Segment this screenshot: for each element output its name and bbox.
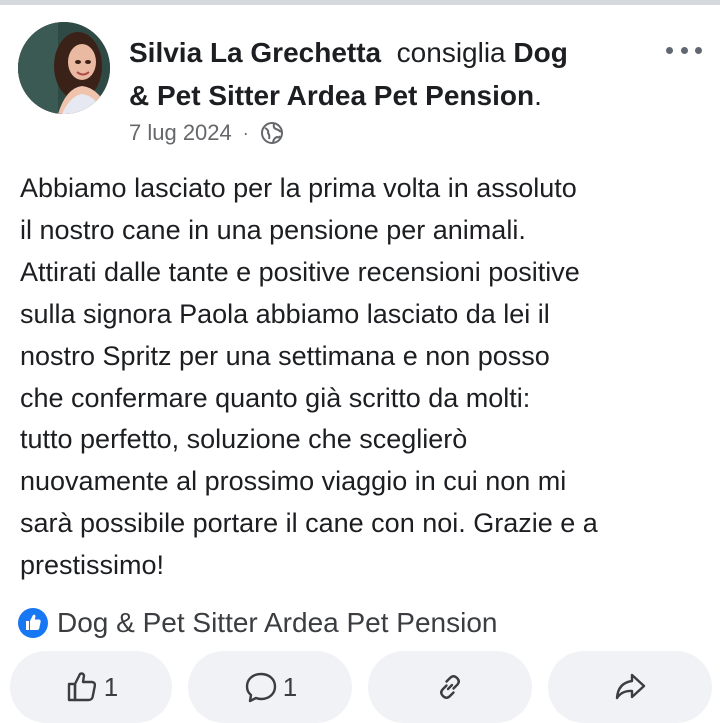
more-options-icon[interactable] bbox=[666, 38, 702, 62]
share-button[interactable] bbox=[548, 651, 712, 723]
top-divider bbox=[0, 0, 720, 5]
recommended-page-name: Dog & Pet Sitter Ardea Pet Pension bbox=[57, 607, 498, 638]
like-count: 1 bbox=[103, 671, 119, 702]
recommended-page-link[interactable]: Dog & Pet Sitter Ardea Pet Pension bbox=[17, 604, 497, 642]
page-name-part-2[interactable]: & Pet Sitter Ardea Pet Pension bbox=[129, 80, 534, 111]
comment-icon bbox=[245, 672, 276, 703]
post-body-line: sulla signora Paola abbiamo lasciato da … bbox=[20, 298, 550, 329]
post-header-line-1: Silvia La Grechetta consiglia Dog bbox=[129, 35, 568, 71]
post-meta: 7 lug 2024 · bbox=[129, 118, 284, 148]
page-name-part-1[interactable]: Dog bbox=[513, 37, 567, 68]
thumbs-up-icon bbox=[67, 672, 96, 702]
post-body-line: nostro Spritz per una settimana e non po… bbox=[20, 340, 550, 371]
like-button[interactable]: 1 bbox=[10, 651, 172, 723]
comment-count: 1 bbox=[282, 671, 298, 702]
post-body-line: Abbiamo lasciato per la prima volta in a… bbox=[20, 173, 577, 203]
comment-button[interactable]: 1 bbox=[188, 651, 352, 723]
meta-separator: · bbox=[242, 122, 249, 143]
thumbs-up-badge-icon bbox=[18, 608, 48, 638]
post-body-line: tutto perfetto, soluzione che sceglierò bbox=[20, 424, 468, 455]
link-icon bbox=[440, 675, 460, 699]
post-date[interactable]: 7 lug 2024 bbox=[129, 120, 232, 146]
recommend-verb: consiglia bbox=[396, 37, 506, 68]
post-body-line: prestissimo! bbox=[20, 550, 165, 581]
post-header-line-2: & Pet Sitter Ardea Pet Pension. bbox=[129, 78, 542, 114]
author-name[interactable]: Silvia La Grechetta bbox=[129, 37, 381, 68]
post-body-line: Attirati dalle tante e positive recensio… bbox=[20, 256, 580, 287]
avatar[interactable] bbox=[18, 22, 110, 114]
header-period: . bbox=[534, 80, 542, 111]
post-body-line: che confermare quanto già scritto da mol… bbox=[20, 382, 531, 413]
share-icon bbox=[615, 673, 646, 700]
action-bar: 1 1 bbox=[0, 651, 720, 723]
post-body-line: il nostro cane in una pensione per anima… bbox=[20, 214, 526, 245]
globe-icon bbox=[260, 122, 283, 144]
post-body: Abbiamo lasciato per la prima volta in a… bbox=[20, 168, 710, 587]
post-body-line: nuovamente al prossimo viaggio in cui no… bbox=[20, 466, 567, 497]
post-body-line: sarà possibile portare il cane con noi. … bbox=[20, 508, 598, 539]
copy-link-button[interactable] bbox=[368, 651, 532, 723]
